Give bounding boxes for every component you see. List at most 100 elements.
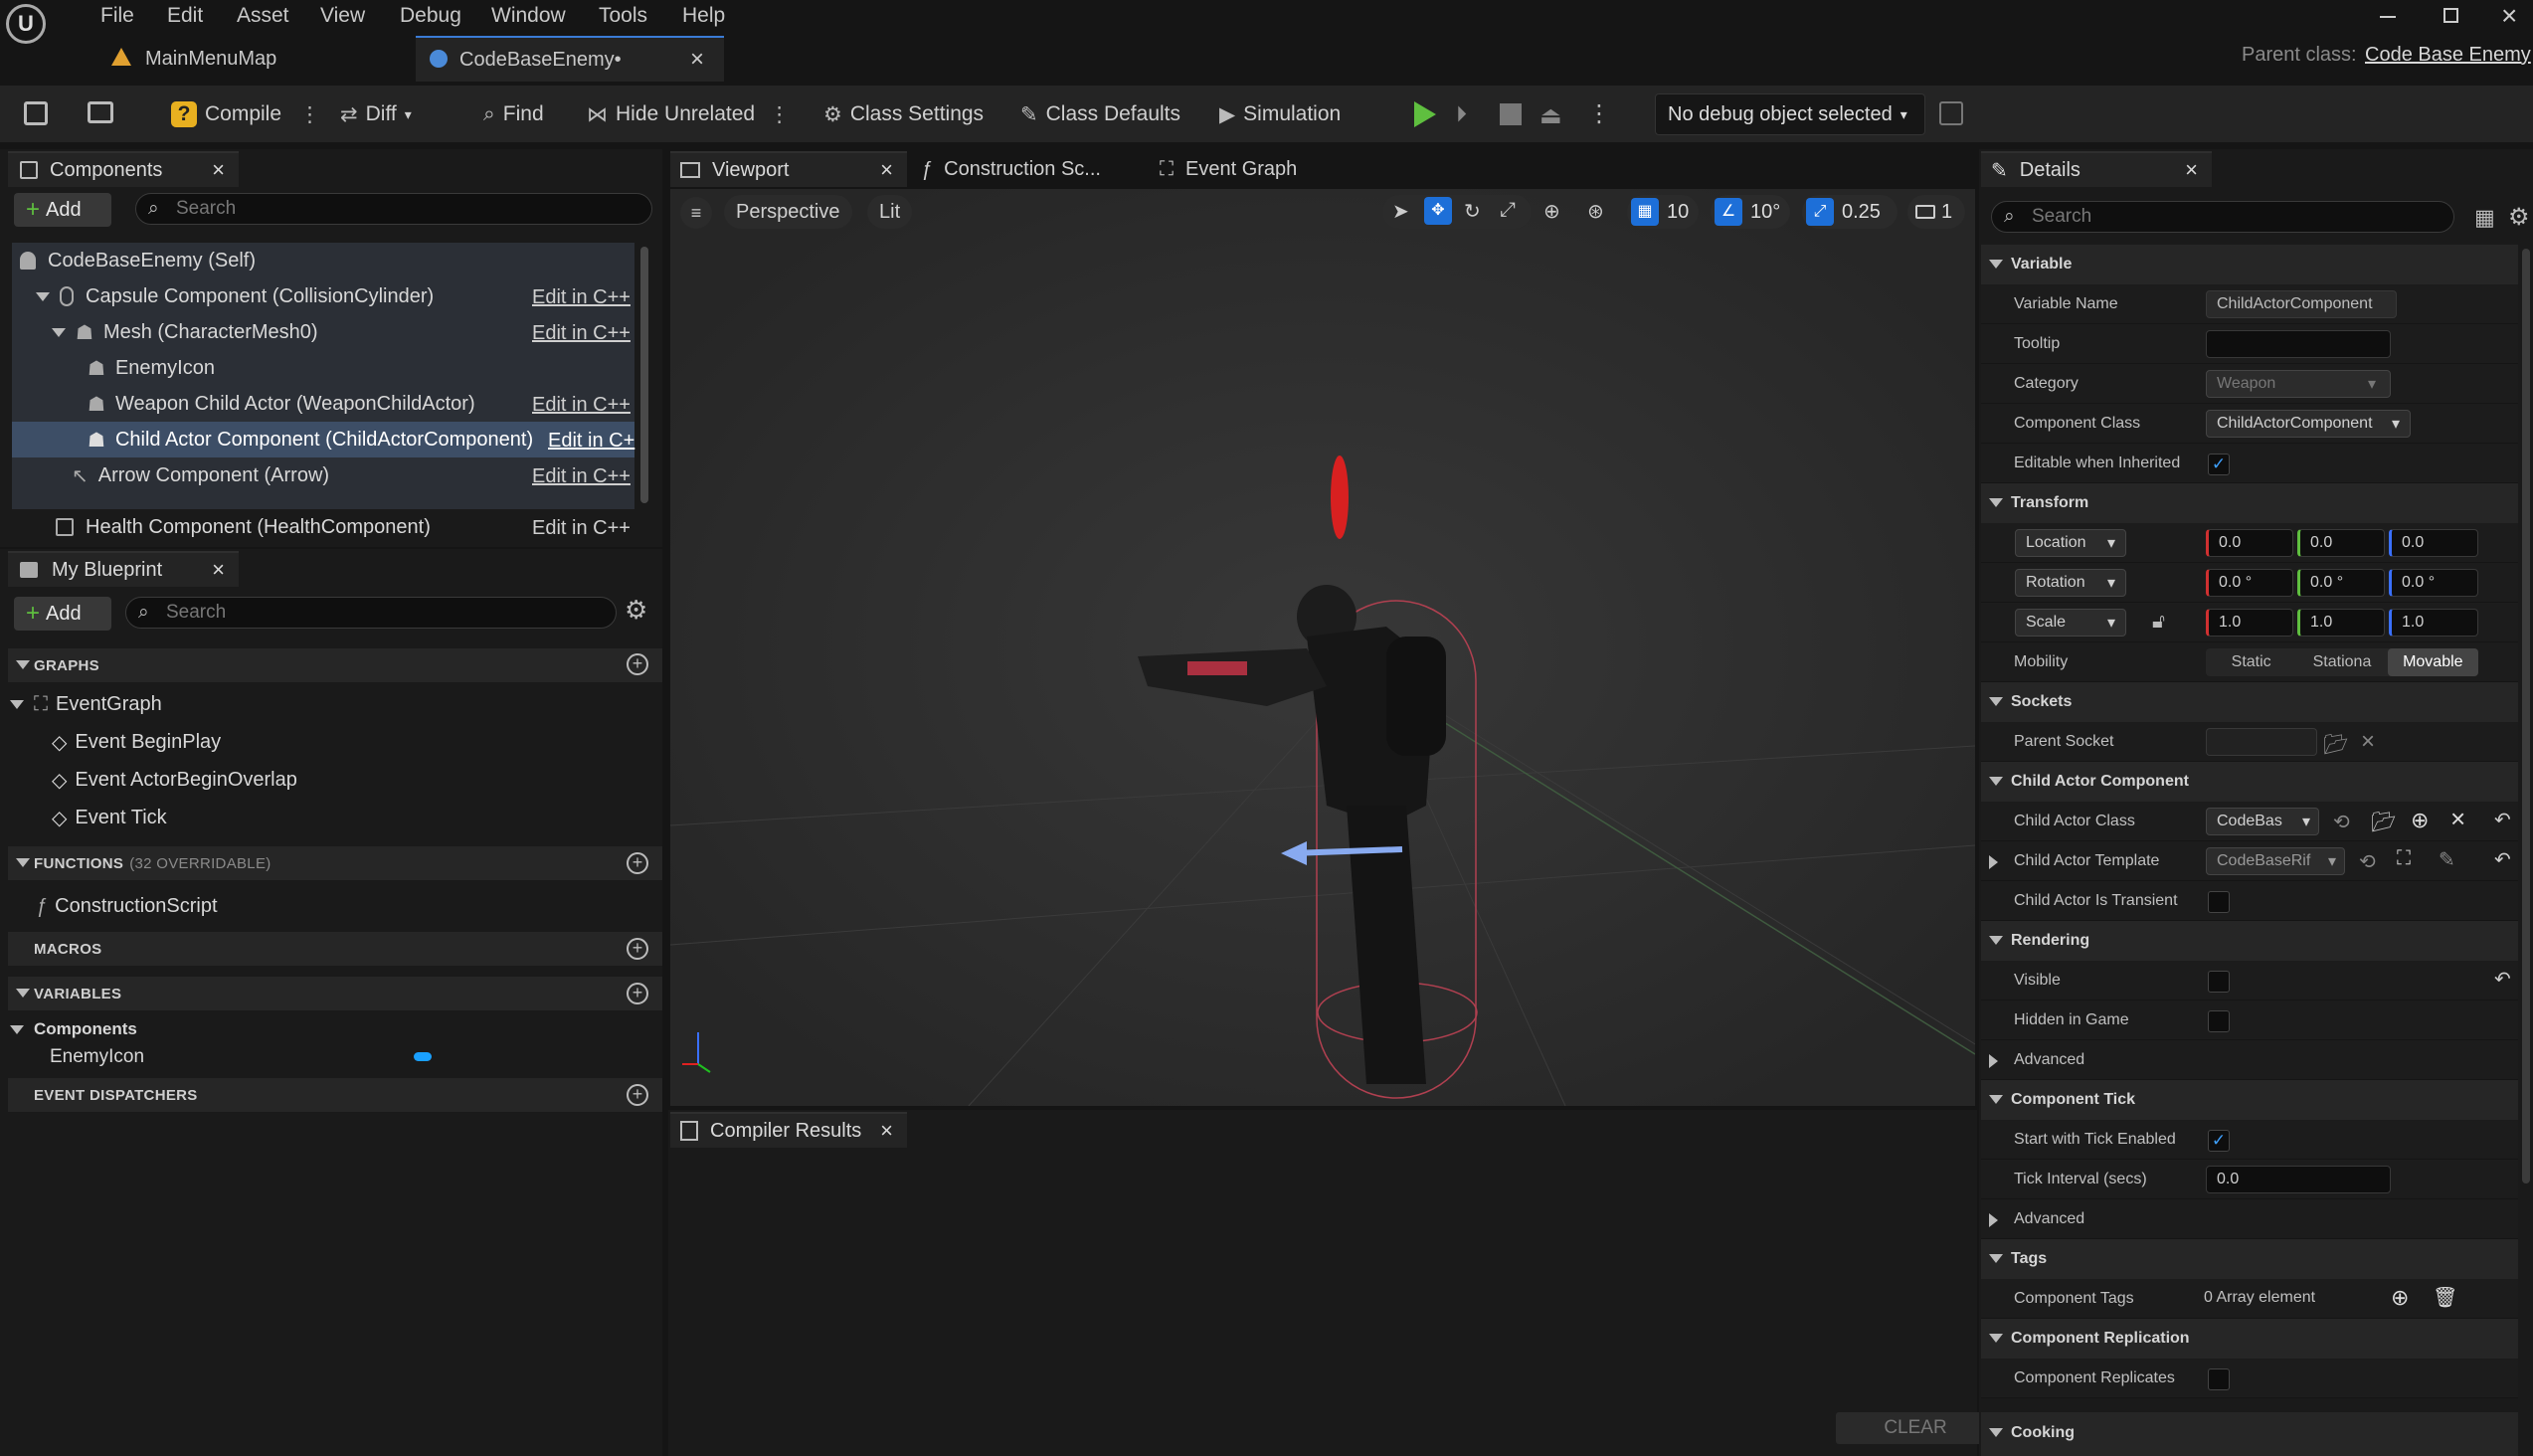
hidden-checkbox[interactable] [2208,1010,2230,1032]
tree-scrollbar[interactable] [640,247,648,503]
close-icon[interactable]: × [880,157,893,183]
use-selected-icon[interactable]: ⟲ [2359,849,2376,874]
transient-checkbox[interactable] [2208,891,2230,913]
lock-icon[interactable]: 🔓︎ [2152,611,2165,634]
details-search-input[interactable]: ⌕ Search [1991,201,2454,233]
tree-item-health[interactable]: Health Component (HealthComponent) [56,509,431,545]
unreal-logo-icon[interactable]: U [6,4,46,44]
tab-mainmenumap[interactable]: MainMenuMap [99,36,398,82]
advanced-label[interactable]: Advanced [2014,1040,2084,1080]
mobility-static[interactable]: Static [2206,648,2296,676]
editable-checkbox[interactable]: ✓ [2208,454,2230,475]
rotation-dropdown[interactable]: Rotation ▾ [2015,569,2126,597]
rotation-y-field[interactable]: 0.0 ° [2297,569,2385,597]
browse-icon[interactable]: 📂︎ [2371,810,2396,834]
edit-in-cpp-link[interactable]: Edit in C++ [532,517,631,540]
event-dispatchers-section[interactable]: EVENT DISPATCHERS [8,1078,662,1112]
select-tool-icon[interactable]: ➤ [1392,199,1409,224]
details-tab[interactable]: ✎ Details × [1981,151,2212,187]
event-item[interactable]: ◇ Event BeginPlay [52,725,221,759]
macros-section[interactable]: MACROS [8,932,662,966]
menu-edit[interactable]: Edit [167,4,203,28]
eject-icon[interactable]: ⏏ [1539,101,1562,130]
browse-socket-icon[interactable]: 📂︎ [2323,732,2348,757]
location-dropdown[interactable]: Location ▾ [2015,529,2126,557]
restore-icon[interactable] [2443,8,2458,23]
chevron-right-icon[interactable] [1989,1213,1998,1227]
grid-snap-toggle[interactable]: ▦ 10 [1627,195,1699,229]
replicates-checkbox[interactable] [2208,1368,2230,1390]
tick-interval-field[interactable]: 0.0 [2206,1166,2391,1193]
gear-icon[interactable]: ⚙ [2508,203,2530,232]
scale-x-field[interactable]: 1.0 [2206,609,2293,637]
blueprint-search-input[interactable]: ⌕ Search [125,597,617,629]
sockets-section[interactable]: Sockets [1981,682,2518,722]
simulation-button[interactable]: ▶ Simulation [1219,97,1341,131]
clear-socket-icon[interactable]: × [2361,728,2375,756]
tree-item-enemyicon[interactable]: ☗ EnemyIcon [88,350,215,386]
more-icon[interactable]: ⋮ [299,102,320,127]
gear-icon[interactable]: ⚙ [625,595,647,626]
rotation-z-field[interactable]: 0.0 ° [2389,569,2478,597]
class-settings-button[interactable]: ⚙ Class Settings [823,97,984,131]
eyedropper-icon[interactable]: ✎ [2439,847,2455,872]
reset-icon[interactable]: ↶ [2494,847,2511,872]
tab-event-graph[interactable]: ⛶ Event Graph [1160,151,1297,187]
more-icon[interactable]: ⋮ [769,102,790,127]
menu-help[interactable]: Help [682,4,725,28]
close-icon[interactable]: × [212,557,225,583]
tree-item-mesh[interactable]: ☗ Mesh (CharacterMesh0) [52,314,318,350]
advanced-label[interactable]: Advanced [2014,1199,2084,1239]
menu-view[interactable]: View [320,4,365,28]
save-icon[interactable] [24,101,48,125]
table-view-icon[interactable]: ▦ [2474,205,2495,231]
edit-in-cpp-link[interactable]: Edit in C++ [532,394,631,417]
event-graph-item[interactable]: ⛶ EventGraph [10,687,162,721]
scale-snap-toggle[interactable]: ⤢ 0.25 [1802,195,1898,229]
class-defaults-button[interactable]: ✎ Class Defaults [1020,97,1180,131]
location-x-field[interactable]: 0.0 [2206,529,2293,557]
menu-tools[interactable]: Tools [599,4,647,28]
find-button[interactable]: ⌕ Find [483,97,544,131]
surface-snap-icon[interactable]: ⊛ [1587,199,1604,224]
add-component-button[interactable]: + Add [14,193,111,227]
menu-asset[interactable]: Asset [237,4,289,28]
add-macro-icon[interactable]: + [627,938,648,960]
close-tab-icon[interactable]: × [690,46,704,74]
clear-button[interactable]: CLEAR [1836,1412,1995,1444]
location-y-field[interactable]: 0.0 [2297,529,2385,557]
close-window-icon[interactable]: × [2501,0,2517,32]
minimize-icon[interactable] [2380,16,2396,18]
tree-item-weapon[interactable]: ☗ Weapon Child Actor (WeaponChildActor) [88,386,475,422]
add-variable-icon[interactable]: + [627,983,648,1004]
debug-filter-icon[interactable] [1939,101,1963,125]
details-scrollbar[interactable] [2522,249,2530,1183]
category-dropdown[interactable]: Weapon ▾ [2206,370,2391,398]
tick-enabled-checkbox[interactable]: ✓ [2208,1130,2230,1152]
delete-icon[interactable]: 🗑︎ [2433,1285,2457,1310]
menu-file[interactable]: File [100,4,134,28]
transform-section[interactable]: Transform [1981,483,2518,523]
child-actor-section[interactable]: Child Actor Component [1981,762,2518,802]
location-z-field[interactable]: 0.0 [2389,529,2478,557]
close-icon[interactable]: × [880,1118,893,1144]
components-tab[interactable]: Components × [8,151,239,187]
chevron-down-icon[interactable] [52,327,66,337]
parent-class-link[interactable]: Code Base Enemy [2365,44,2531,67]
play-icon[interactable] [1414,101,1436,127]
construction-script-item[interactable]: ƒ ConstructionScript [36,889,218,923]
more-icon[interactable]: ⋮ [1587,99,1611,128]
tree-item-arrow[interactable]: ↖ Arrow Component (Arrow) [72,457,329,493]
hide-unrelated-button[interactable]: ⋈ Hide Unrelated ⋮ [587,97,790,131]
event-item[interactable]: ◇ Event ActorBeginOverlap [52,763,297,797]
reset-icon[interactable]: ↶ [2494,808,2511,832]
event-item[interactable]: ◇ Event Tick [52,801,167,834]
step-icon[interactable]: ⏵ [1456,101,1482,127]
rotation-snap-toggle[interactable]: ∠ 10° [1711,195,1790,229]
close-icon[interactable]: × [2185,157,2198,183]
menu-debug[interactable]: Debug [400,4,461,28]
camera-speed-button[interactable]: 1 [1907,195,1965,229]
tab-codebaseenemy[interactable]: CodeBaseEnemy• × [416,36,724,82]
lit-button[interactable]: Lit [867,195,913,229]
scale-y-field[interactable]: 1.0 [2297,609,2385,637]
